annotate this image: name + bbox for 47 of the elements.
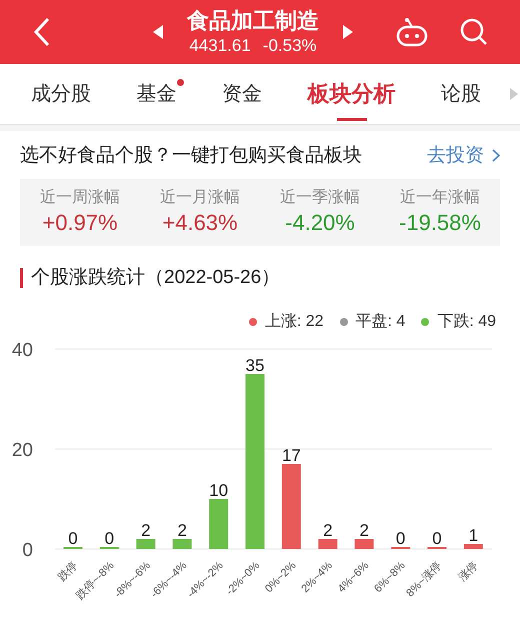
axis-tick-label: 0	[22, 540, 33, 561]
stat-value: +4.63%	[162, 209, 238, 238]
next-icon[interactable]	[343, 24, 353, 39]
sector-price: 4431.61	[189, 34, 251, 57]
tab[interactable]: 论股	[437, 63, 486, 124]
stat-label: 近一年涨幅	[400, 188, 480, 208]
axis-tick-label: 40	[12, 340, 33, 361]
value-label: 2	[323, 521, 333, 540]
invest-link[interactable]: 去投资	[427, 142, 500, 170]
stat-label: 近一周涨幅	[40, 188, 120, 208]
value-label: 2	[141, 521, 151, 540]
value-label: 2	[177, 521, 187, 540]
stat-value: -4.20%	[285, 209, 355, 238]
tab[interactable]: 板块分析	[304, 63, 400, 124]
stat-value: -19.58%	[399, 209, 481, 238]
tab[interactable]: 基金	[132, 63, 180, 124]
legend-label: 下跌: 49	[437, 312, 496, 332]
category-label: 涨停	[456, 560, 481, 584]
section-marker	[20, 268, 23, 288]
chevron-right-icon	[492, 149, 500, 162]
stat-label: 近一季涨幅	[280, 188, 360, 208]
sector-title: 食品加工制造	[187, 6, 319, 35]
tab-underline	[336, 118, 367, 122]
value-label: 0	[104, 529, 114, 548]
value-label: 0	[68, 529, 78, 548]
sector-change: -0.53%	[262, 34, 317, 57]
value-label: 17	[282, 446, 301, 465]
category-label: 跌停	[56, 560, 80, 584]
value-label: 10	[209, 481, 228, 500]
stat-value: +0.97%	[42, 209, 118, 238]
value-label: 2	[359, 521, 369, 540]
promo-text: 选不好食品个股？一键打包购买食品板块	[20, 144, 362, 168]
robot-icon[interactable]	[396, 16, 428, 47]
stat-label: 近一月涨幅	[160, 188, 240, 208]
back-icon[interactable]	[32, 16, 52, 48]
value-label: 0	[396, 529, 406, 548]
legend-label: 平盘: 4	[356, 312, 406, 332]
value-label: 1	[468, 526, 478, 545]
section-title: 个股涨跌统计（2022-05-26）	[31, 266, 280, 290]
value-label: 0	[432, 529, 442, 548]
tab[interactable]: 成分股	[26, 63, 95, 124]
tab[interactable]: 资金	[218, 63, 266, 124]
previous-icon[interactable]	[153, 24, 163, 39]
value-label: 35	[246, 356, 264, 375]
legend-label: 上涨: 22	[264, 312, 324, 332]
search-icon[interactable]	[460, 18, 488, 46]
axis-tick-label: 20	[12, 440, 33, 461]
